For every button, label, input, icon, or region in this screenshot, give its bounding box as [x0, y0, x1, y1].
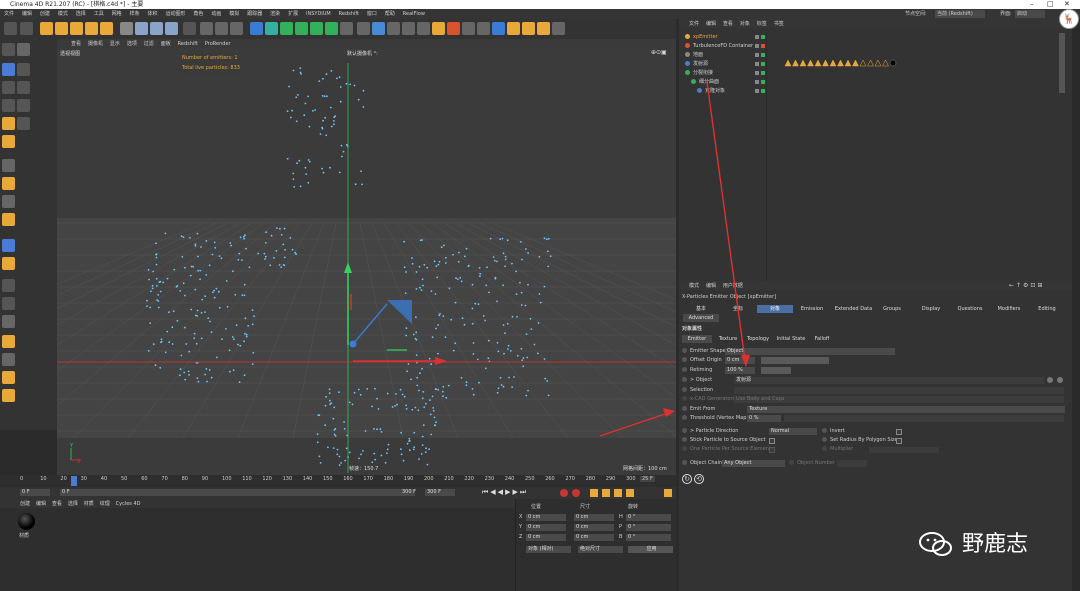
annotation-arrowhead-2	[663, 408, 675, 417]
wechat-icon	[919, 532, 952, 556]
annotation-arrow-1	[706, 81, 746, 361]
annotation-arrowhead-1	[741, 355, 750, 367]
annotation-overlay	[599, 81, 750, 437]
annotation-arrow-2	[599, 412, 669, 437]
watermark: 野鹿志	[918, 524, 1078, 564]
watermark-text: 野鹿志	[962, 532, 1029, 557]
deer-logo-icon: 🦌	[1059, 9, 1079, 29]
